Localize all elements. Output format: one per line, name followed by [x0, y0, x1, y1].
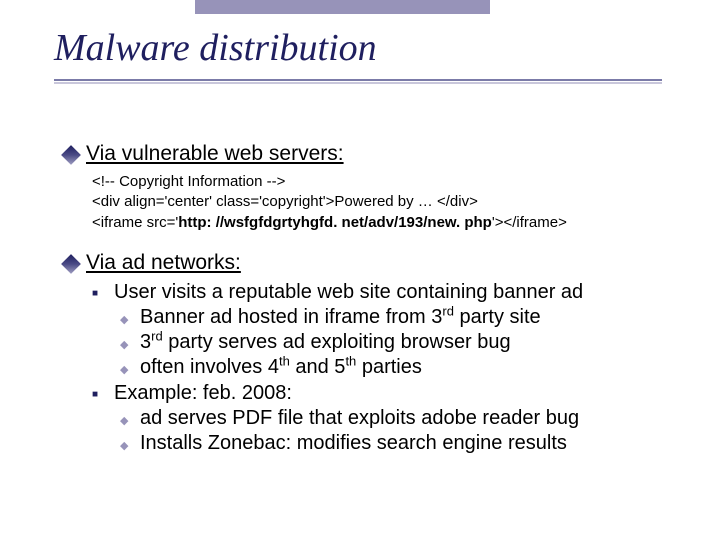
- decorative-top-bar: [195, 0, 490, 14]
- code-line: <!-- Copyright Information -->: [92, 172, 702, 192]
- slide-title: Malware distribution: [54, 26, 377, 70]
- sub-sub-bullet: ◆ ad serves PDF file that exploits adobe…: [120, 407, 702, 430]
- code-line: <div align='center' class='copyright'>Po…: [92, 192, 702, 212]
- bullet-text: Installs Zonebac: modifies search engine…: [140, 432, 567, 455]
- bullet-text: ad serves PDF file that exploits adobe r…: [140, 407, 579, 430]
- code-block: <!-- Copyright Information --> <div alig…: [92, 172, 702, 233]
- bullet-ad-networks: Via ad networks:: [62, 251, 702, 275]
- diamond-outline-icon: ◆: [120, 331, 140, 351]
- diamond-outline-icon: ◆: [120, 432, 140, 452]
- diamond-outline-icon: ◆: [120, 356, 140, 376]
- title-underline: [54, 79, 662, 84]
- diamond-outline-icon: ◆: [120, 407, 140, 427]
- bullet-text: User visits a reputable web site contain…: [114, 281, 583, 304]
- diamond-bullet-icon: [62, 251, 86, 271]
- heading-text: Via ad networks:: [86, 251, 241, 275]
- square-bullet-icon: ■: [92, 382, 114, 400]
- heading-text: Via vulnerable web servers:: [86, 142, 344, 166]
- sub-sub-bullet: ◆ often involves 4th and 5th parties: [120, 356, 702, 379]
- bullet-text: Example: feb. 2008:: [114, 382, 292, 405]
- sub-bullet: ■ User visits a reputable web site conta…: [92, 281, 702, 304]
- bullet-text: 3rd party serves ad exploiting browser b…: [140, 331, 511, 354]
- sub-bullet: ■ Example: feb. 2008:: [92, 382, 702, 405]
- bullet-text: Banner ad hosted in iframe from 3rd part…: [140, 306, 541, 329]
- bullet-vulnerable-servers: Via vulnerable web servers:: [62, 142, 702, 166]
- diamond-outline-icon: ◆: [120, 306, 140, 326]
- sub-sub-bullet: ◆ Banner ad hosted in iframe from 3rd pa…: [120, 306, 702, 329]
- slide-body: Via vulnerable web servers: <!-- Copyrig…: [62, 142, 702, 455]
- diamond-bullet-icon: [62, 142, 86, 162]
- sub-sub-bullet: ◆ Installs Zonebac: modifies search engi…: [120, 432, 702, 455]
- square-bullet-icon: ■: [92, 281, 114, 299]
- bullet-text: often involves 4th and 5th parties: [140, 356, 422, 379]
- code-line: <iframe src='http: //wsfgfdgrtyhgfd. net…: [92, 213, 702, 233]
- sub-sub-bullet: ◆ 3rd party serves ad exploiting browser…: [120, 331, 702, 354]
